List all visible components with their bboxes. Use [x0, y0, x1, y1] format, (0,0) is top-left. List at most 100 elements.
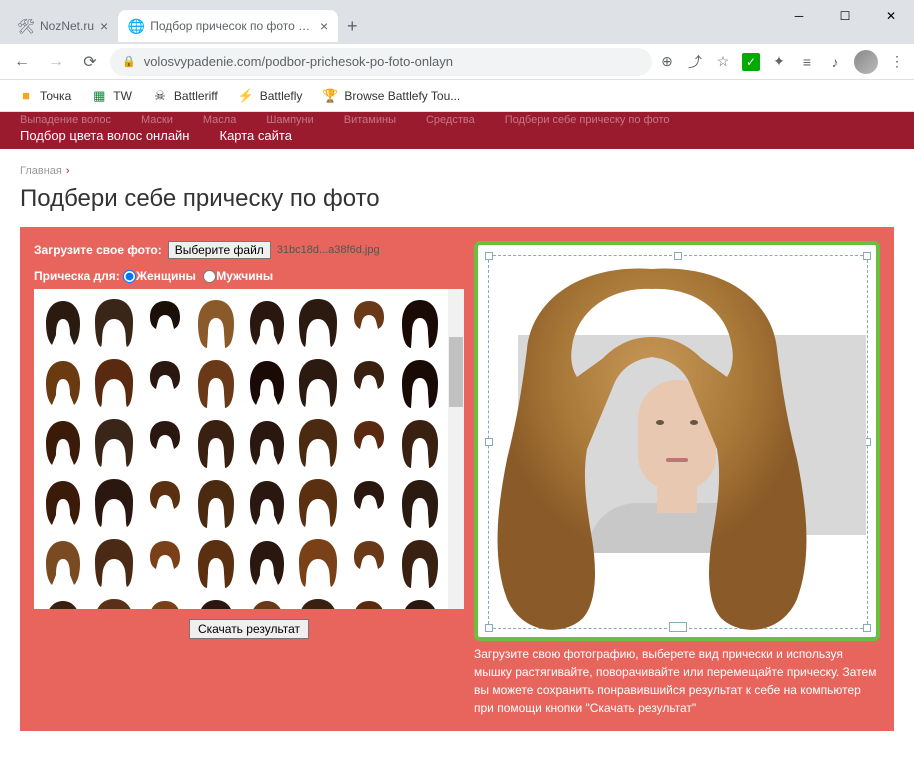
extension-check-icon[interactable]: ✓ [742, 53, 760, 71]
url-input[interactable]: 🔒 volosvypadenie.com/podbor-prichesok-po… [110, 48, 652, 76]
hairstyle-option[interactable] [395, 593, 444, 609]
download-button[interactable]: Скачать результат [189, 619, 309, 639]
hairstyle-option[interactable] [293, 353, 342, 411]
hairstyle-option[interactable] [191, 353, 240, 411]
scroll-thumb[interactable] [449, 337, 463, 407]
menu-icon[interactable]: ⋮ [888, 53, 906, 71]
hairstyle-option[interactable] [395, 353, 444, 411]
handle-tm[interactable] [674, 252, 682, 260]
hairstyle-option[interactable] [395, 293, 444, 351]
back-button[interactable]: ← [8, 48, 36, 76]
nav-link[interactable]: Масла [203, 114, 236, 126]
hairstyle-option[interactable] [344, 473, 393, 531]
preview-canvas[interactable] [474, 241, 880, 641]
close-window-button[interactable]: ✕ [868, 0, 914, 32]
hairstyle-option[interactable] [242, 593, 291, 609]
site-nav: Выпадение волос Маски Масла Шампуни Вита… [0, 112, 914, 149]
nav-link[interactable]: Карта сайта [220, 128, 292, 143]
forward-button[interactable]: → [42, 48, 70, 76]
nav-link[interactable]: Выпадение волос [20, 114, 111, 126]
hairstyle-option[interactable] [191, 533, 240, 591]
bookmark-battlefy[interactable]: 🏆Browse Battlefy Tou... [314, 84, 468, 108]
radio-female[interactable] [123, 270, 136, 283]
hairstyle-option[interactable] [293, 533, 342, 591]
hairstyle-option[interactable] [140, 353, 189, 411]
hairstyle-option[interactable] [89, 593, 138, 609]
close-icon[interactable]: × [320, 18, 328, 34]
handle-tr[interactable] [863, 252, 871, 260]
bookmark-tochka[interactable]: ■Точка [10, 84, 79, 108]
bookmark-battleriff[interactable]: ☠Battleriff [144, 84, 226, 108]
handle-br[interactable] [863, 624, 871, 632]
hairstyle-option[interactable] [38, 593, 87, 609]
hairstyle-option[interactable] [38, 293, 87, 351]
handle-tl[interactable] [485, 252, 493, 260]
radio-male[interactable] [203, 270, 216, 283]
hairstyle-option[interactable] [344, 353, 393, 411]
bookmark-battlefly[interactable]: ⚡Battlefly [230, 84, 311, 108]
new-tab-button[interactable]: + [338, 12, 366, 40]
hairstyle-option[interactable] [395, 533, 444, 591]
hairstyle-option[interactable] [191, 413, 240, 471]
hairstyle-option[interactable] [140, 293, 189, 351]
star-icon[interactable]: ☆ [714, 53, 732, 71]
hairstyle-option[interactable] [89, 533, 138, 591]
share-icon[interactable]: ⤴ [686, 53, 704, 71]
nav-link[interactable]: Шампуни [266, 114, 313, 126]
nav-link[interactable]: Средства [426, 114, 475, 126]
hairstyle-option[interactable] [191, 473, 240, 531]
nav-link[interactable]: Подбери себе прическу по фото [505, 114, 670, 126]
profile-avatar[interactable] [854, 50, 878, 74]
hairstyle-option[interactable] [242, 473, 291, 531]
hairstyle-option[interactable] [293, 473, 342, 531]
hairstyle-option[interactable] [191, 593, 240, 609]
reload-button[interactable]: ⟳ [76, 48, 104, 76]
hairstyle-option[interactable] [38, 413, 87, 471]
bookmark-tw[interactable]: ▦TW [83, 84, 140, 108]
hairstyle-option[interactable] [242, 413, 291, 471]
hairstyle-option[interactable] [140, 413, 189, 471]
music-icon[interactable]: ♪ [826, 53, 844, 71]
scrollbar[interactable] [448, 289, 464, 609]
hairstyle-option[interactable] [293, 593, 342, 609]
handle-bl[interactable] [485, 624, 493, 632]
lock-icon: 🔒 [122, 55, 136, 68]
hairstyle-option[interactable] [89, 473, 138, 531]
hairstyle-option[interactable] [242, 353, 291, 411]
choose-file-button[interactable]: Выберите файл [168, 241, 271, 259]
hairstyle-option[interactable] [344, 293, 393, 351]
hairstyle-option[interactable] [140, 473, 189, 531]
hairstyle-option[interactable] [344, 413, 393, 471]
hairstyle-option[interactable] [242, 293, 291, 351]
hairstyle-option[interactable] [89, 293, 138, 351]
hairstyle-option[interactable] [38, 353, 87, 411]
maximize-button[interactable]: ☐ [822, 0, 868, 32]
hairstyle-option[interactable] [89, 353, 138, 411]
hairstyle-option[interactable] [191, 293, 240, 351]
nav-link[interactable]: Подбор цвета волос онлайн [20, 128, 190, 143]
hairstyle-option[interactable] [293, 413, 342, 471]
search-icon[interactable]: ⊕ [658, 53, 676, 71]
hairstyle-option[interactable] [140, 533, 189, 591]
hairstyle-option[interactable] [89, 413, 138, 471]
list-icon[interactable]: ≡ [798, 53, 816, 71]
hairstyle-option[interactable] [395, 413, 444, 471]
handle-bm[interactable] [669, 622, 687, 632]
hairstyle-option[interactable] [38, 533, 87, 591]
hairstyle-option[interactable] [344, 593, 393, 609]
nav-link[interactable]: Маски [141, 114, 173, 126]
hairstyle-option[interactable] [38, 473, 87, 531]
hairstyle-option[interactable] [395, 473, 444, 531]
close-icon[interactable]: × [100, 18, 108, 34]
tab-podbor[interactable]: 🌐 Подбор причесок по фото онла × [118, 10, 338, 42]
puzzle-icon[interactable]: ✦ [770, 53, 788, 71]
minimize-button[interactable]: ─ [776, 0, 822, 32]
hairstyle-option[interactable] [242, 533, 291, 591]
hairstyle-option[interactable] [344, 533, 393, 591]
nav-link[interactable]: Витамины [344, 114, 396, 126]
handle-ml[interactable] [485, 438, 493, 446]
tab-noznet[interactable]: 🛠 NozNet.ru × [8, 10, 118, 42]
hairstyle-option[interactable] [293, 293, 342, 351]
hairstyle-option[interactable] [140, 593, 189, 609]
breadcrumb-home[interactable]: Главная [20, 165, 62, 177]
